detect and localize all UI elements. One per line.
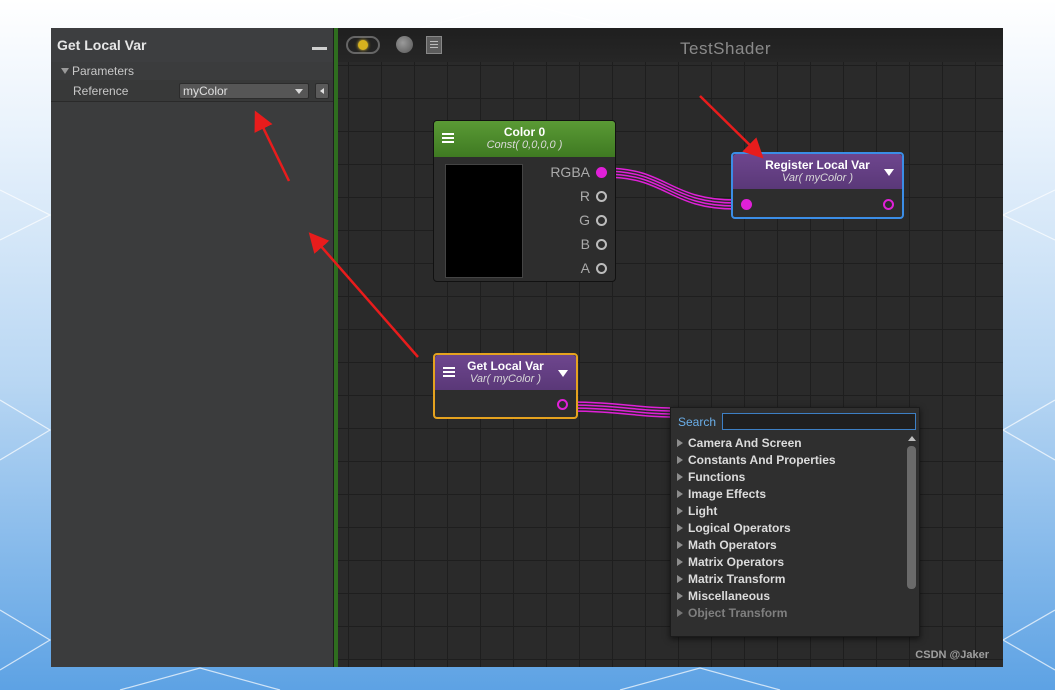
expand-triangle-icon bbox=[677, 608, 683, 617]
get-node-header[interactable]: Get Local Var Var( myColor ) bbox=[435, 355, 576, 390]
register-node-header[interactable]: Register Local Var Var( myColor ) bbox=[733, 154, 902, 189]
list-item[interactable]: Matrix Transform bbox=[677, 570, 905, 587]
register-local-var-node[interactable]: Register Local Var Var( myColor ) bbox=[731, 152, 904, 219]
port-g[interactable]: G bbox=[579, 212, 607, 228]
reference-arrow-button[interactable] bbox=[315, 83, 329, 99]
port-label: R bbox=[579, 188, 590, 204]
expand-triangle-icon bbox=[677, 506, 683, 515]
expand-triangle-icon bbox=[677, 574, 683, 583]
get-local-var-node[interactable]: Get Local Var Var( myColor ) bbox=[433, 353, 578, 419]
chevron-down-icon bbox=[295, 89, 303, 94]
port-label: RGBA bbox=[550, 164, 590, 180]
minimize-icon[interactable] bbox=[312, 40, 327, 50]
port-r[interactable]: R bbox=[580, 188, 607, 204]
menu-icon[interactable] bbox=[443, 367, 455, 377]
reference-value: myColor bbox=[183, 84, 228, 98]
category-label: Logical Operators bbox=[688, 520, 791, 535]
category-label: Math Operators bbox=[688, 537, 777, 552]
expand-triangle-icon bbox=[677, 455, 683, 464]
color-node-title: Color 0 bbox=[503, 125, 546, 139]
category-list: Camera And Screen Constants And Properti… bbox=[677, 434, 905, 621]
get-node-title: Get Local Var bbox=[467, 359, 544, 373]
scroll-up-icon[interactable] bbox=[908, 436, 916, 441]
color-node-subtitle: Const( 0,0,0,0 ) bbox=[486, 139, 563, 151]
output-port-icon[interactable] bbox=[883, 199, 894, 210]
watermark: CSDN @Jaker bbox=[915, 649, 989, 661]
node-search-popup: Search Camera And Screen Constants And P… bbox=[670, 407, 920, 637]
list-item[interactable]: Matrix Operators bbox=[677, 553, 905, 570]
port-rgba[interactable]: RGBA bbox=[550, 164, 607, 180]
reference-dropdown[interactable]: myColor bbox=[179, 83, 309, 99]
port-label: A bbox=[580, 260, 590, 276]
get-node-subtitle: Var( myColor ) bbox=[469, 373, 542, 385]
search-input[interactable] bbox=[722, 413, 916, 430]
list-item[interactable]: Miscellaneous bbox=[677, 587, 905, 604]
list-item[interactable]: Light bbox=[677, 502, 905, 519]
list-item[interactable]: Math Operators bbox=[677, 536, 905, 553]
expand-triangle-icon bbox=[677, 557, 683, 566]
output-port-icon[interactable] bbox=[596, 214, 607, 226]
list-item[interactable]: Constants And Properties bbox=[677, 451, 905, 468]
reference-row: Reference myColor bbox=[51, 80, 333, 102]
color-node[interactable]: Color 0 Const( 0,0,0,0 ) RGBA R G B A bbox=[433, 120, 616, 282]
expand-triangle-icon bbox=[677, 540, 683, 549]
section-label: Parameters bbox=[72, 64, 135, 78]
category-label: Matrix Operators bbox=[688, 554, 785, 569]
expand-triangle-icon bbox=[677, 523, 683, 532]
category-label: Image Effects bbox=[688, 486, 767, 501]
list-item[interactable]: Image Effects bbox=[677, 485, 905, 502]
search-label: Search bbox=[678, 415, 717, 429]
category-label: Camera And Screen bbox=[688, 435, 802, 450]
output-port-icon[interactable] bbox=[596, 262, 607, 274]
parameters-section-toggle[interactable]: Parameters bbox=[51, 62, 333, 80]
category-label: Miscellaneous bbox=[688, 588, 771, 603]
category-label: Constants And Properties bbox=[688, 452, 836, 467]
list-item[interactable]: Logical Operators bbox=[677, 519, 905, 536]
list-item[interactable]: Camera And Screen bbox=[677, 434, 905, 451]
graph-canvas[interactable]: TestShader Color 0 Const( 0,0,0,0 ) RGBA… bbox=[334, 28, 1003, 667]
output-port-icon[interactable] bbox=[557, 399, 568, 410]
register-node-title: Register Local Var bbox=[765, 158, 870, 172]
chevron-down-icon[interactable] bbox=[884, 169, 894, 176]
panel-header: Get Local Var bbox=[51, 28, 333, 62]
list-item[interactable]: Object Transform bbox=[677, 604, 905, 621]
list-item[interactable]: Functions bbox=[677, 468, 905, 485]
parameters-panel: Get Local Var Parameters Reference myCol… bbox=[51, 28, 334, 667]
register-node-subtitle: Var( myColor ) bbox=[781, 172, 854, 184]
output-port-icon[interactable] bbox=[596, 190, 607, 202]
category-label: Matrix Transform bbox=[688, 571, 786, 586]
expand-triangle-icon bbox=[677, 438, 683, 447]
port-b[interactable]: B bbox=[581, 236, 607, 252]
color-swatch[interactable] bbox=[445, 164, 523, 278]
reference-label: Reference bbox=[73, 84, 129, 98]
port-label: B bbox=[580, 236, 590, 252]
expand-triangle-icon bbox=[677, 591, 683, 600]
port-a[interactable]: A bbox=[581, 260, 607, 276]
menu-icon[interactable] bbox=[442, 133, 454, 143]
output-port-icon[interactable] bbox=[596, 166, 607, 178]
panel-title: Get Local Var bbox=[57, 37, 147, 53]
category-label: Object Transform bbox=[688, 605, 788, 620]
expand-triangle-icon bbox=[677, 489, 683, 498]
port-label: G bbox=[579, 212, 590, 228]
category-label: Light bbox=[688, 503, 718, 518]
expand-triangle-icon bbox=[677, 472, 683, 481]
output-port-icon[interactable] bbox=[596, 238, 607, 250]
chevron-down-icon[interactable] bbox=[558, 370, 568, 377]
input-port-icon[interactable] bbox=[741, 199, 752, 210]
color-node-header[interactable]: Color 0 Const( 0,0,0,0 ) bbox=[434, 121, 615, 157]
expand-triangle-icon bbox=[61, 68, 69, 74]
shader-editor-window: Get Local Var Parameters Reference myCol… bbox=[51, 28, 1003, 667]
category-label: Functions bbox=[688, 469, 746, 484]
scrollbar-thumb[interactable] bbox=[907, 446, 916, 589]
scrollbar[interactable] bbox=[907, 436, 916, 626]
